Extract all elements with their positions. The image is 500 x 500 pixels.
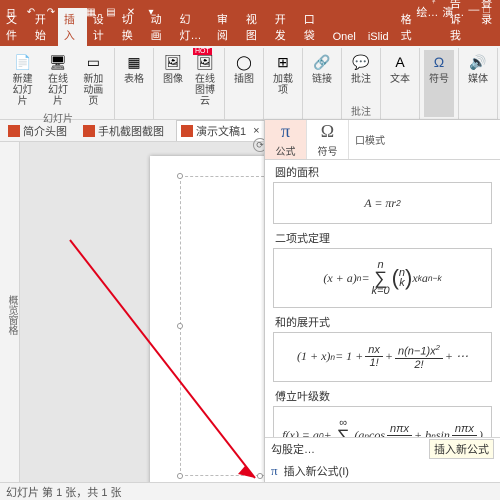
symbol-button[interactable]: Ω符号 bbox=[424, 50, 454, 117]
ribbon: 📄新建 幻灯片 🖥在线 幻灯片 ▭新加 动画页 幻灯片 ▦表格 🖼图像 🖼HOT… bbox=[0, 46, 500, 120]
tab-islide[interactable]: iSlid bbox=[362, 28, 395, 46]
image-button[interactable]: 🖼图像 bbox=[158, 50, 188, 117]
tab-pocket[interactable]: 口袋 bbox=[298, 8, 327, 46]
tab-view[interactable]: 视图 bbox=[240, 8, 269, 46]
ribbon-group-table: ▦表格 bbox=[115, 48, 154, 119]
tell-me-icon[interactable]: ♀ bbox=[424, 0, 444, 46]
tooltip: 插入新公式 bbox=[429, 439, 494, 459]
hot-badge: HOT bbox=[193, 48, 212, 55]
equation-option[interactable]: 勾股定…插入新公式 bbox=[265, 438, 500, 460]
equation-preset[interactable]: 和的展开式 (1 + x)n = 1 + nx1! + n(n−1)x22! +… bbox=[273, 314, 492, 382]
add-animation-page-button[interactable]: ▭新加 动画页 bbox=[77, 50, 110, 109]
tab-design[interactable]: 设计 bbox=[87, 8, 116, 46]
equation-preview[interactable]: A = πr2 bbox=[273, 182, 492, 224]
media-button[interactable]: 🔊媒体 bbox=[463, 50, 493, 117]
doc-tab-active[interactable]: 演示文稿1× bbox=[176, 120, 265, 141]
tab-transition[interactable]: 切换 bbox=[116, 8, 145, 46]
equation-preview[interactable]: f(x) = a0 + ∞∑n=1(an cos nπxL + bn sin n… bbox=[273, 406, 492, 437]
tab-insert[interactable]: 插入 bbox=[58, 8, 87, 46]
equation-caption: 二项式定理 bbox=[273, 230, 492, 246]
pi-icon: π bbox=[271, 463, 278, 479]
tab-animation[interactable]: 动画 bbox=[145, 8, 174, 46]
equation-dropdown-panel: π公式 Ω符号 口模式 圆的面积 A = πr2 二项式定理 (x + a)n … bbox=[264, 120, 500, 482]
tab-file[interactable]: 文件 bbox=[0, 8, 29, 46]
equation-preset[interactable]: 傅立叶级数 f(x) = a0 + ∞∑n=1(an cos nπxL + bn… bbox=[273, 388, 492, 437]
thumbnail-pane-toggle[interactable]: 概览窗格 bbox=[0, 142, 20, 482]
equation-panel-footer: 勾股定…插入新公式 π插入新公式(I) bbox=[265, 437, 500, 482]
omega-icon: Ω bbox=[321, 121, 334, 142]
ppt-icon bbox=[8, 125, 20, 137]
formula-tab[interactable]: π公式 bbox=[265, 120, 307, 159]
equation-preset[interactable]: 圆的面积 A = πr2 bbox=[273, 164, 492, 224]
table-button[interactable]: ▦表格 bbox=[119, 50, 149, 117]
sign-in[interactable]: 登录 bbox=[475, 0, 500, 46]
text-button[interactable]: A文本 bbox=[385, 50, 415, 117]
tab-home[interactable]: 开始 bbox=[29, 8, 58, 46]
illustration-button[interactable]: ◯插图 bbox=[229, 50, 259, 117]
equation-preview[interactable]: (x + a)n = n∑k=0(nk) xkan−k bbox=[273, 248, 492, 308]
ppt-icon bbox=[181, 125, 193, 137]
ribbon-group-slides: 📄新建 幻灯片 🖥在线 幻灯片 ▭新加 动画页 幻灯片 bbox=[2, 48, 115, 119]
equation-gallery: 圆的面积 A = πr2 二项式定理 (x + a)n = n∑k=0(nk) … bbox=[265, 160, 500, 437]
online-slide-button[interactable]: 🖥在线 幻灯片 bbox=[41, 50, 74, 109]
insert-new-equation[interactable]: π插入新公式(I) bbox=[265, 460, 500, 482]
close-tab-icon[interactable]: × bbox=[253, 125, 259, 137]
equation-panel-header: π公式 Ω符号 口模式 bbox=[265, 120, 500, 160]
link-button[interactable]: 🔗链接 bbox=[307, 50, 337, 117]
equation-caption: 和的展开式 bbox=[273, 314, 492, 330]
status-bar: 幻灯片 第 1 张，共 1 张 bbox=[0, 482, 500, 500]
ppt-icon bbox=[83, 125, 95, 137]
ribbon-tabs: 文件 开始 插入 设计 切换 动画 幻灯… 审阅 视图 开发 口袋 Onel i… bbox=[0, 24, 500, 46]
resize-handle[interactable] bbox=[177, 323, 183, 329]
equation-preset[interactable]: 二项式定理 (x + a)n = n∑k=0(nk) xkan−k bbox=[273, 230, 492, 308]
tab-developer[interactable]: 开发 bbox=[269, 8, 298, 46]
mode-label: 口模式 bbox=[349, 120, 500, 159]
slide-counter: 幻灯片 第 1 张，共 1 张 bbox=[6, 484, 122, 500]
resize-handle[interactable] bbox=[177, 473, 183, 479]
addins-button[interactable]: ⊞加载 项 bbox=[268, 50, 298, 117]
tell-me[interactable]: 告诉我 bbox=[444, 0, 475, 46]
equation-caption: 傅立叶级数 bbox=[273, 388, 492, 404]
symbol-tab[interactable]: Ω符号 bbox=[307, 120, 349, 159]
pi-icon: π bbox=[281, 121, 290, 142]
doc-tab[interactable]: 手机截图截图 bbox=[79, 121, 168, 141]
resize-handle[interactable] bbox=[257, 473, 263, 479]
new-slide-button[interactable]: 📄新建 幻灯片 bbox=[6, 50, 39, 109]
comment-button[interactable]: 💬批注 bbox=[346, 50, 376, 102]
equation-caption: 圆的面积 bbox=[273, 164, 492, 180]
tab-format[interactable]: 格式 bbox=[395, 8, 424, 46]
tab-onel[interactable]: Onel bbox=[327, 28, 362, 46]
ribbon-group-images: 🖼图像 🖼HOT在线 图博云 bbox=[154, 48, 225, 119]
equation-preview[interactable]: (1 + x)n = 1 + nx1! + n(n−1)x22! + ⋯ bbox=[273, 332, 492, 382]
doc-tab[interactable]: 简介头图 bbox=[4, 121, 71, 141]
online-image-button[interactable]: 🖼HOT在线 图博云 bbox=[190, 50, 220, 117]
tab-review[interactable]: 审阅 bbox=[211, 8, 240, 46]
resize-handle[interactable] bbox=[177, 173, 183, 179]
tab-slideshow[interactable]: 幻灯… bbox=[174, 8, 211, 46]
